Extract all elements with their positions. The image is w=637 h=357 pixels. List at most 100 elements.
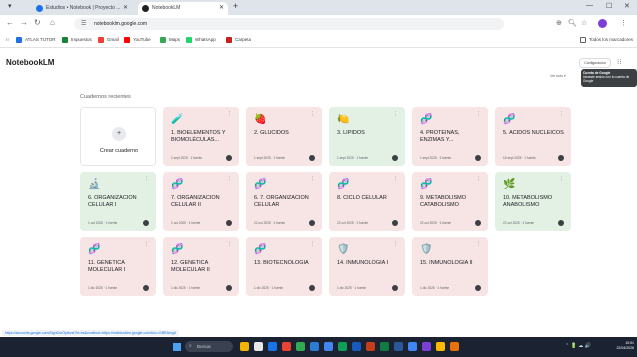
notebook-card[interactable]: 🍓 ⋮ 2. GLÚCIDOS 1 sept 2025 · 1 fuente [246, 107, 322, 166]
more-options-icon[interactable]: ⋮ [227, 241, 232, 247]
bookmark-item[interactable]: Impuestos [62, 36, 92, 44]
notebook-title: 4. PROTEÍNAS, ENZIMAS Y... [420, 130, 460, 143]
more-options-icon[interactable]: ⋮ [310, 111, 315, 117]
notebook-card[interactable]: 🧬 ⋮ 11. GENÉTICA MOLECULAR I 1 dic 2025 · 1… [80, 237, 156, 296]
taskbar-app-icon[interactable] [310, 342, 319, 351]
view-sort-dropdown[interactable]: Ver todo ▾ [550, 74, 566, 78]
close-tab-icon[interactable]: ✕ [123, 2, 128, 15]
notebook-card[interactable]: 🧪 ⋮ 1. BIOELEMENTOS Y BIOMOLÉCULAS... 1 sep… [163, 107, 239, 166]
browser-tab-2[interactable]: NotebookLM ✕ [138, 2, 228, 15]
shared-globe-icon [392, 285, 398, 291]
home-icon[interactable]: ⌂ [50, 18, 55, 27]
more-options-icon[interactable]: ⋮ [393, 176, 398, 182]
notebook-card[interactable]: 🧬 ⋮ 4. PROTEÍNAS, ENZIMAS Y... 1 sept 2025 … [412, 107, 488, 166]
bookmark-star-icon[interactable]: ☆ [581, 19, 587, 27]
notebook-card[interactable]: 🧬 ⋮ 8. CICLO CELULAR 22 oct 2025 · 1 fuente [329, 172, 405, 231]
more-options-icon[interactable]: ⋮ [393, 241, 398, 247]
more-options-icon[interactable]: ⋮ [310, 176, 315, 182]
notebook-meta: 1 sept 2025 · 1 fuente [254, 156, 286, 160]
forward-icon[interactable]: → [20, 18, 28, 27]
notebook-meta: 1 dic 2025 · 1 fuente [337, 286, 367, 290]
bookmark-label: Maps [169, 37, 181, 42]
bookmark-item[interactable]: Carpeta [226, 36, 251, 44]
more-options-icon[interactable]: ⋮ [393, 111, 398, 117]
taskbar-app-icon[interactable] [394, 342, 403, 351]
more-options-icon[interactable]: ⋮ [476, 176, 481, 182]
notebook-meta: 1 oct 2025 · 1 fuente [88, 221, 118, 225]
taskbar-app-icon[interactable] [240, 342, 249, 351]
taskbar-app-icon[interactable] [282, 342, 291, 351]
taskbar-app-icon[interactable] [408, 342, 417, 351]
taskbar-search[interactable]: ⌕ Buscar [185, 341, 233, 352]
google-apps-icon[interactable]: ⁝⁝ [617, 58, 621, 66]
taskbar-app-icon[interactable] [352, 342, 361, 351]
settings-label: Configuración [584, 61, 606, 65]
browser-menu-icon[interactable]: ⋮ [620, 19, 627, 27]
taskbar-app-icon[interactable] [296, 342, 305, 351]
more-options-icon[interactable]: ⋮ [476, 241, 481, 247]
reload-icon[interactable]: ↻ [34, 18, 41, 27]
close-tab-icon[interactable]: ✕ [219, 2, 224, 15]
profile-avatar[interactable] [598, 19, 607, 28]
minimize-icon[interactable]: — [586, 2, 593, 9]
browser-tab-1[interactable]: Estudios • Notebook | Proyecto ... ✕ [32, 2, 132, 15]
taskbar-app-icon[interactable] [450, 342, 459, 351]
more-options-icon[interactable]: ⋮ [144, 176, 149, 182]
notebook-card[interactable]: 🧬 ⋮ 5. ÁCIDOS NUCLEICOS 16 sept 2025 · 1 fu… [495, 107, 571, 166]
taskbar-app-icon[interactable] [380, 342, 389, 351]
notebook-card[interactable]: 🧬 ⋮ 9. METABOLISMO CATABOLISMO 22 oct 2025 … [412, 172, 488, 231]
site-info-icon[interactable]: ☰ [81, 18, 86, 30]
taskbar-app-icon[interactable] [268, 342, 277, 351]
notebook-card[interactable]: 🧬 ⋮ 6. 7. ORGANIZACIÓN CELULAR 22 oct 2025 … [246, 172, 322, 231]
windows-start-icon[interactable] [173, 343, 181, 351]
settings-button[interactable]: Configuración [579, 58, 611, 68]
create-notebook-card[interactable]: + Crear cuaderno [80, 107, 156, 166]
more-options-icon[interactable]: ⋮ [476, 111, 481, 117]
bookmark-item[interactable]: WhatsApp [186, 36, 216, 44]
account-tooltip: Cuenta de Google Iniciaste sesión con tu… [581, 69, 637, 87]
notebook-card[interactable]: 🍋 ⋮ 3. LÍPIDOS 1 sept 2025 · 1 fuente [329, 107, 405, 166]
taskbar-app-icon[interactable] [366, 342, 375, 351]
taskbar-app-icon[interactable] [324, 342, 333, 351]
back-icon[interactable]: ← [6, 18, 14, 27]
taskbar-app-icon[interactable] [422, 342, 431, 351]
notebook-card[interactable]: 🧬 ⋮ 12. GENÉTICA MOLECULAR II 1 dic 2025 · … [163, 237, 239, 296]
shared-globe-icon [475, 285, 481, 291]
all-bookmarks-link[interactable]: Todos los marcadores [580, 36, 633, 44]
bookmark-item[interactable]: Maps [160, 36, 180, 44]
taskbar-clock[interactable]: 15:51 22/04/2026 [600, 341, 634, 351]
notebook-card[interactable]: 🔬 ⋮ 6. ORGANIZACIÓN CELULAR I 1 oct 2025 · … [80, 172, 156, 231]
system-tray-icons[interactable]: ⌃ 🔋 ☁ 🔊 [565, 343, 591, 349]
app-logo[interactable]: NotebookLM [6, 58, 54, 67]
more-options-icon[interactable]: ⋮ [227, 176, 232, 182]
notebook-card[interactable]: 🛡️ ⋮ 15. INMUNOLOGÍA II 1 dic 2025 · 1 fuen… [412, 237, 488, 296]
taskbar-app-icon[interactable] [338, 342, 347, 351]
apps-grid-icon[interactable]: ⁝⁝ [6, 36, 9, 44]
notebook-card[interactable]: 🧬 ⋮ 7. ORGANIZACIÓN CELULAR II 1 oct 2025 ·… [163, 172, 239, 231]
notebook-card[interactable]: 🧬 ⋮ 13. BIOTECNOLOGÍA 1 dic 2025 · 1 fuente [246, 237, 322, 296]
zoom-icon[interactable]: 🔍︎ [568, 19, 577, 27]
address-bar[interactable]: ☰ notebooklm.google.com [74, 18, 504, 30]
bookmark-item[interactable]: ATLAS TUTOR [16, 36, 56, 44]
more-options-icon[interactable]: ⋮ [227, 111, 232, 117]
more-options-icon[interactable]: ⋮ [144, 241, 149, 247]
more-options-icon[interactable]: ⋮ [310, 241, 315, 247]
new-tab-icon[interactable]: + [233, 1, 238, 11]
notebook-card[interactable]: 🌿 ⋮ 10. METABOLISMO ANABOLISMO 22 oct 2025 … [495, 172, 571, 231]
taskbar-app-icon[interactable] [254, 342, 263, 351]
close-window-icon[interactable]: ✕ [624, 2, 630, 10]
notebook-card[interactable]: 🛡️ ⋮ 14. INMUNOLOGÍA I 1 dic 2025 · 1 fuent… [329, 237, 405, 296]
maximize-icon[interactable]: ☐ [606, 2, 612, 10]
shared-globe-icon [392, 155, 398, 161]
notebook-title: 13. BIOTECNOLOGÍA [254, 260, 309, 266]
more-options-icon[interactable]: ⋮ [559, 111, 564, 117]
tab-label: Estudios • Notebook | Proyecto ... [46, 5, 121, 11]
more-options-icon[interactable]: ⋮ [559, 176, 564, 182]
taskbar-app-icon[interactable] [436, 342, 445, 351]
bookmark-item[interactable]: Gmail [98, 36, 119, 44]
bookmark-item[interactable]: YouTube [124, 36, 151, 44]
translate-icon[interactable]: ⊕ [556, 19, 562, 27]
bookmark-favicon-icon [160, 37, 166, 43]
tab-search-icon[interactable]: ▾ [8, 2, 12, 10]
notebook-title: 7. ORGANIZACIÓN CELULAR II [171, 195, 220, 208]
